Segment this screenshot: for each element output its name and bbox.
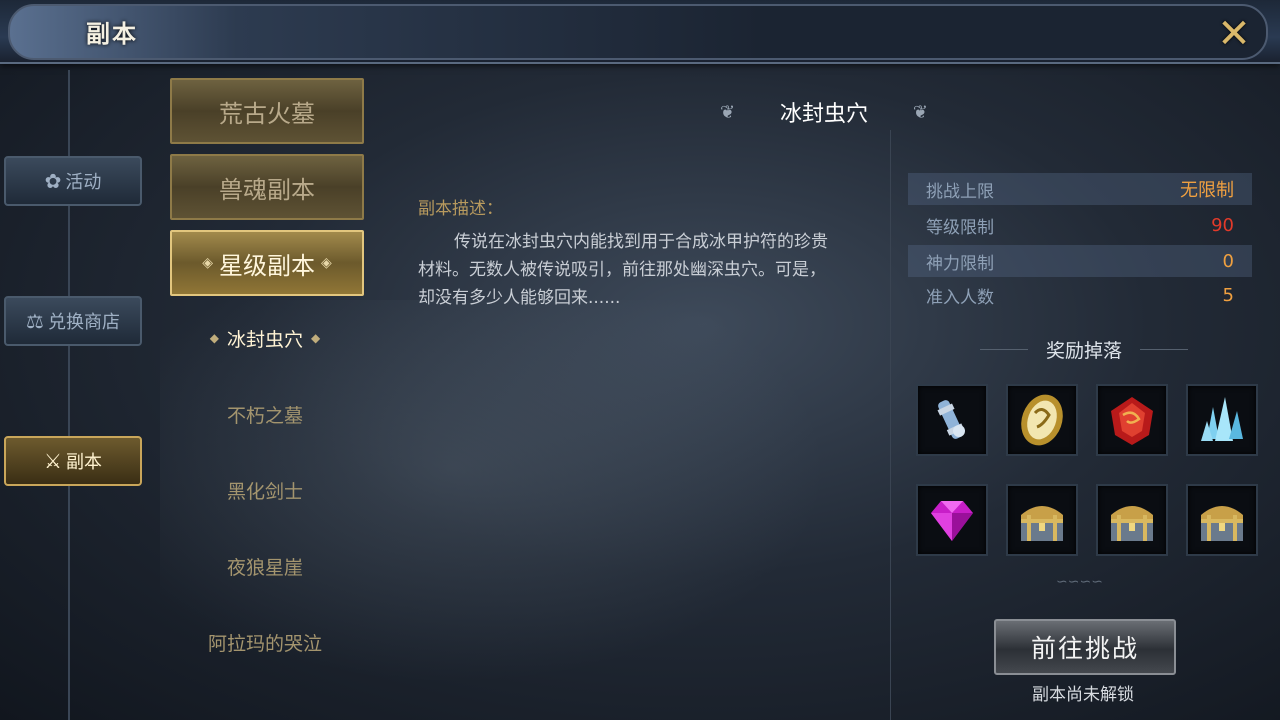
- scales-icon: ⚖: [26, 309, 44, 333]
- reward-slot[interactable]: [1096, 484, 1168, 556]
- category-button-active[interactable]: ◈ 星级副本 ◈: [170, 230, 364, 296]
- category-button[interactable]: 兽魂副本: [170, 154, 364, 220]
- divider-line: [980, 348, 1028, 350]
- nav-label: 副本: [65, 452, 102, 473]
- reward-label: 奖励掉落: [1045, 339, 1122, 362]
- close-button[interactable]: ✕: [1212, 14, 1256, 54]
- reward-header: 奖励掉落: [980, 336, 1188, 362]
- flourish-left-icon: ❦: [720, 101, 736, 123]
- header-bar: 副本 ✕: [0, 0, 1280, 64]
- dungeon-item[interactable]: 阿拉玛的哭泣: [170, 622, 360, 662]
- nav-label: 活动: [65, 172, 102, 193]
- nav-label: 兑换商店: [47, 312, 120, 333]
- stat-row: 准入人数 5: [908, 279, 1252, 311]
- dungeon-label: 阿拉玛的哭泣: [207, 632, 322, 655]
- ornament-icon: ◆: [209, 331, 219, 345]
- stat-value: 90: [1211, 214, 1234, 236]
- red-gem-icon: [1111, 397, 1153, 445]
- stat-value: 无限制: [1180, 180, 1234, 201]
- category-label: 荒古火墓: [219, 99, 315, 128]
- dungeon-label: 不朽之墓: [226, 404, 303, 427]
- stat-value: 0: [1222, 250, 1234, 272]
- dungeon-label: 夜狼星崖: [226, 556, 303, 579]
- ornament-icon: ◆: [311, 331, 321, 345]
- description-text: 传说在冰封虫穴内能找到用于合成冰甲护符的珍贵材料。无数人被传说吸引，前往那处幽深…: [418, 232, 828, 308]
- ornament-icon: ◈: [321, 255, 332, 271]
- ice-crystal-icon: [1201, 397, 1243, 441]
- dungeon-item[interactable]: 不朽之墓: [170, 394, 360, 434]
- header-plate: [8, 4, 1268, 60]
- description-label: 副本描述：: [418, 199, 503, 219]
- ornament-icon: ◈: [202, 255, 213, 271]
- reward-slot[interactable]: [1186, 484, 1258, 556]
- reward-slot[interactable]: [1096, 384, 1168, 456]
- purple-diamond-icon: [931, 501, 973, 541]
- stat-label: 挑战上限: [926, 181, 994, 202]
- close-x-icon: ✕: [1217, 11, 1251, 57]
- reward-slot[interactable]: [916, 484, 988, 556]
- reward-slot[interactable]: [1006, 484, 1078, 556]
- nav-activity-button[interactable]: ✿ 活动: [4, 156, 142, 206]
- dungeon-item[interactable]: 黑化剑士: [170, 470, 360, 510]
- divider-line: [1139, 348, 1188, 350]
- nav-exchange-shop-button[interactable]: ⚖ 兑换商店: [4, 296, 142, 346]
- challenge-button[interactable]: 前往挑战: [994, 619, 1176, 675]
- dungeon-label: 冰封虫穴: [226, 328, 303, 351]
- dungeon-item-active[interactable]: ◆ 冰封虫穴 ◆: [170, 318, 360, 358]
- stat-value: 5: [1222, 284, 1234, 306]
- nav-dungeon-button[interactable]: ⚔ 副本: [4, 436, 142, 486]
- treasure-chest-icon: [1201, 506, 1243, 541]
- reward-slot[interactable]: [916, 384, 988, 456]
- treasure-chest-icon: [1111, 506, 1153, 541]
- flourish-right-icon: ❦: [912, 101, 928, 123]
- dungeon-label: 黑化剑士: [226, 480, 303, 503]
- stat-label: 神力限制: [926, 253, 994, 274]
- ornament-divider-icon: ∽∽∽∽: [1056, 574, 1103, 590]
- dungeon-title-text: 冰封虫穴: [779, 102, 868, 127]
- crossed-swords-icon: ⚔: [44, 449, 62, 473]
- panel-divider: [890, 130, 891, 720]
- treasure-chest-icon: [1021, 506, 1063, 541]
- stat-row: 神力限制 0: [908, 245, 1252, 277]
- stat-label: 准入人数: [926, 287, 994, 308]
- stat-row: 挑战上限 无限制: [908, 173, 1252, 205]
- dungeon-title: ❦ 冰封虫穴 ❦: [720, 96, 928, 128]
- category-label: 兽魂副本: [219, 175, 315, 204]
- reward-slot[interactable]: [1006, 384, 1078, 456]
- golden-shield-icon: [1021, 394, 1063, 446]
- stat-row: 等级限制 90: [908, 209, 1252, 241]
- scroll-vial-icon: [937, 400, 965, 439]
- reward-slot[interactable]: [1186, 384, 1258, 456]
- category-label: 星级副本: [219, 251, 315, 280]
- dungeon-item[interactable]: 夜狼星崖: [170, 546, 360, 586]
- category-button[interactable]: 荒古火墓: [170, 78, 364, 144]
- flower-icon: ✿: [44, 169, 62, 193]
- stat-label: 等级限制: [926, 217, 994, 238]
- lock-note: 副本尚未解锁: [1032, 685, 1134, 705]
- page-title: 副本: [86, 20, 138, 48]
